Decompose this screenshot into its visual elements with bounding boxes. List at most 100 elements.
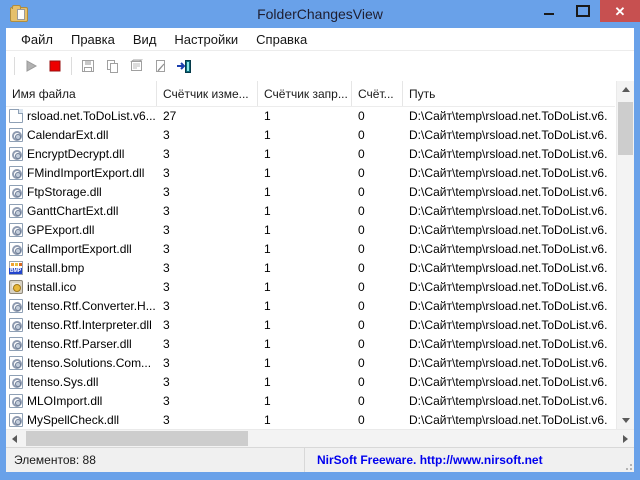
table-row[interactable]: FtpStorage.dll 3 1 0 D:\Сайт\temp\rsload… [6,182,615,201]
scroll-left-button[interactable] [6,430,23,447]
file-name: Itenso.Rtf.Converter.H... [27,298,156,313]
stop-monitoring-button[interactable] [43,54,67,78]
change-count: 3 [163,336,170,351]
choose-columns-button[interactable] [148,54,172,78]
change-count: 3 [163,279,170,294]
other-count: 0 [358,127,365,142]
file-path: D:\Сайт\temp\rsload.net.ToDoList.v6. [409,374,608,389]
other-count: 0 [358,355,365,370]
table-row[interactable]: install.bmp 3 1 0 D:\Сайт\temp\rsload.ne… [6,258,615,277]
dll-file-icon [9,146,23,161]
menu-item-file[interactable]: Файл [12,30,62,49]
resize-grip[interactable] [622,460,632,470]
change-count: 3 [163,412,170,427]
change-count: 3 [163,374,170,389]
table-row[interactable]: GPExport.dll 3 1 0 D:\Сайт\temp\rsload.n… [6,220,615,239]
table-row[interactable]: rsload.net.ToDoList.v6... 27 1 0 D:\Сайт… [6,106,615,125]
maximize-button[interactable] [566,0,600,22]
table-row[interactable]: FMindImportExport.dll 3 1 0 D:\Сайт\temp… [6,163,615,182]
file-path: D:\Сайт\temp\rsload.net.ToDoList.v6. [409,184,608,199]
other-count: 0 [358,317,365,332]
exit-button[interactable] [172,54,196,78]
change-count: 27 [163,108,177,123]
menu-item-view[interactable]: Вид [124,30,166,49]
minimize-button[interactable] [532,0,566,22]
menu-item-help[interactable]: Справка [247,30,316,49]
change-count: 3 [163,317,170,332]
close-button[interactable]: ✕ [600,0,640,22]
table-row[interactable]: CalendarExt.dll 3 1 0 D:\Сайт\temp\rsloa… [6,125,615,144]
query-count: 1 [264,412,271,427]
file-name: FtpStorage.dll [27,184,102,199]
file-name: FMindImportExport.dll [27,165,145,180]
table-row[interactable]: install.ico 3 1 0 D:\Сайт\temp\rsload.ne… [6,277,615,296]
title-bar[interactable]: FolderChangesView ✕ [0,0,640,28]
other-count: 0 [358,222,365,237]
vertical-scrollbar[interactable] [616,81,634,429]
start-monitoring-button[interactable] [19,54,43,78]
table-row[interactable]: MySpellCheck.dll 3 1 0 D:\Сайт\temp\rslo… [6,410,615,429]
query-count: 1 [264,298,271,313]
file-path: D:\Сайт\temp\rsload.net.ToDoList.v6. [409,393,608,408]
file-path: D:\Сайт\temp\rsload.net.ToDoList.v6. [409,127,608,142]
query-count: 1 [264,374,271,389]
other-count: 0 [358,298,365,313]
file-path: D:\Сайт\temp\rsload.net.ToDoList.v6. [409,241,608,256]
scroll-up-button[interactable] [617,81,634,98]
table-row[interactable]: iCalImportExport.dll 3 1 0 D:\Сайт\temp\… [6,239,615,258]
dll-file-icon [9,184,23,199]
file-path: D:\Сайт\temp\rsload.net.ToDoList.v6. [409,108,608,123]
menu-item-options[interactable]: Настройки [165,30,247,49]
minimize-icon [544,13,554,15]
column-header-query-count[interactable]: Счётчик запр... [258,81,352,106]
scroll-right-button[interactable] [617,430,634,447]
column-header-path[interactable]: Путь [403,81,615,106]
column-header-change-count[interactable]: Счётчик изме... [157,81,258,106]
file-path: D:\Сайт\temp\rsload.net.ToDoList.v6. [409,317,608,332]
table-row[interactable]: Itenso.Solutions.Com... 3 1 0 D:\Сайт\te… [6,353,615,372]
dll-file-icon [9,241,23,256]
table-row[interactable]: Itenso.Sys.dll 3 1 0 D:\Сайт\temp\rsload… [6,372,615,391]
table-row[interactable]: Itenso.Rtf.Converter.H... 3 1 0 D:\Сайт\… [6,296,615,315]
nirsoft-link[interactable]: NirSoft Freeware. http://www.nirsoft.net [305,448,634,472]
play-icon [26,60,38,72]
status-bar: Элементов: 88 NirSoft Freeware. http://w… [6,447,634,472]
vertical-scrollbar-thumb[interactable] [618,102,633,155]
save-button[interactable] [76,54,100,78]
file-name: install.bmp [27,260,85,275]
file-list-area: Имя файла Счётчик изме... Счётчик запр... С… [6,81,634,429]
change-count: 3 [163,355,170,370]
file-path: D:\Сайт\temp\rsload.net.ToDoList.v6. [409,336,608,351]
menu-item-edit[interactable]: Правка [62,30,124,49]
dll-file-icon [9,298,23,313]
table-row[interactable]: Itenso.Rtf.Parser.dll 3 1 0 D:\Сайт\temp… [6,334,615,353]
toolbar [6,51,634,81]
horizontal-scrollbar[interactable] [6,429,634,447]
query-count: 1 [264,203,271,218]
other-count: 0 [358,260,365,275]
properties-button[interactable] [124,54,148,78]
file-path: D:\Сайт\temp\rsload.net.ToDoList.v6. [409,298,608,313]
page-pencil-icon [156,60,165,72]
table-row[interactable]: MLOImport.dll 3 1 0 D:\Сайт\temp\rsload.… [6,391,615,410]
table-row[interactable]: Itenso.Rtf.Interpreter.dll 3 1 0 D:\Сайт… [6,315,615,334]
column-header-other-count[interactable]: Счёт... [352,81,403,106]
scroll-down-button[interactable] [617,412,634,429]
table-row[interactable]: EncryptDecrypt.dll 3 1 0 D:\Сайт\temp\rs… [6,144,615,163]
dll-file-icon [9,222,23,237]
file-name: iCalImportExport.dll [27,241,132,256]
other-count: 0 [358,203,365,218]
change-count: 3 [163,184,170,199]
dll-file-icon [9,355,23,370]
copy-button[interactable] [100,54,124,78]
column-header-name[interactable]: Имя файла [6,81,157,106]
file-path: D:\Сайт\temp\rsload.net.ToDoList.v6. [409,355,608,370]
dll-file-icon [9,374,23,389]
table-row[interactable]: GanttChartExt.dll 3 1 0 D:\Сайт\temp\rsl… [6,201,615,220]
query-count: 1 [264,279,271,294]
dll-file-icon [9,336,23,351]
horizontal-scrollbar-thumb[interactable] [26,431,248,446]
column-header-row: Имя файла Счётчик изме... Счётчик запр... С… [6,81,615,107]
file-name: Itenso.Rtf.Parser.dll [27,336,132,351]
query-count: 1 [264,260,271,275]
